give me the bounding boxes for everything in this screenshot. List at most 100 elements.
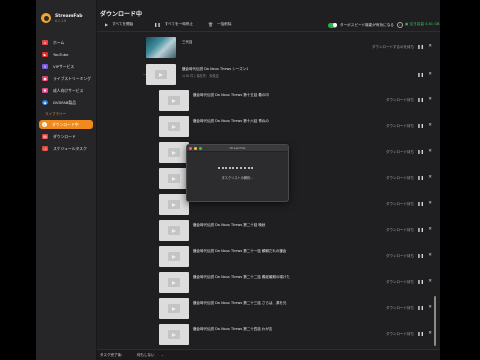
bottom-bar: タスク完了後： 何もしない ⌄ bbox=[97, 349, 440, 360]
app-window: StreamFab 6.1.1.8 ⌂ ホーム ▶ YouTube V VIPサ… bbox=[36, 0, 440, 360]
episode-thumbnail bbox=[159, 90, 189, 111]
youtube-icon: ▶ bbox=[42, 52, 48, 57]
brand-name: StreamFab bbox=[55, 13, 83, 19]
episode-row[interactable]: 鎌倉時代伝説 Da Nous Thews 第十六話 青ねの ダウンロード待ち ❚❚ ✕ bbox=[97, 114, 440, 138]
close-icon[interactable]: ✕ bbox=[428, 149, 432, 154]
loading-spinner-icon bbox=[218, 166, 255, 170]
adult-icon: ♥ bbox=[42, 88, 48, 93]
item-title: 三代目 bbox=[182, 40, 193, 44]
episode-status: ダウンロード待ち bbox=[386, 254, 414, 258]
episode-status: ダウンロード待ち bbox=[386, 332, 414, 336]
episode-status: ダウンロード待ち bbox=[386, 176, 414, 180]
sidebar-item-vip[interactable]: V VIPサービス bbox=[42, 62, 92, 71]
close-icon[interactable]: ✕ bbox=[428, 227, 432, 232]
close-icon[interactable]: ✕ bbox=[428, 97, 432, 102]
episode-thumbnail bbox=[159, 168, 189, 189]
close-icon[interactable]: ✕ bbox=[428, 201, 432, 206]
sidebar-item-downloaded[interactable]: ▤ ダウンロード bbox=[42, 132, 92, 141]
play-icon bbox=[168, 330, 180, 339]
close-icon[interactable]: ✕ bbox=[428, 279, 432, 284]
pause-icon[interactable]: ❚❚ bbox=[417, 97, 424, 102]
close-icon[interactable]: ✕ bbox=[428, 253, 432, 258]
episode-title: 鎌倉時代伝説 Da Nous Thews 第二十三話 さらば、源を兄 bbox=[193, 301, 287, 305]
episode-title: 鎌倉時代伝説 Da Nous Thews 第十六話 青ねの bbox=[193, 119, 269, 123]
brand-version: 6.1.1.8 bbox=[55, 18, 67, 23]
page-title: ダウンロード中 bbox=[100, 11, 143, 18]
episode-thumbnail bbox=[159, 116, 189, 137]
episode-status: ダウンロード待ち bbox=[386, 228, 414, 232]
sidebar-item-live[interactable]: ● ライブストリーミング bbox=[42, 74, 92, 83]
episode-title: 鎌倉時代伝説 Da Nous Thews 第十五話 義の印 bbox=[193, 93, 269, 97]
dvdfab-icon: ◉ bbox=[42, 100, 48, 105]
episode-title: 鎌倉時代伝説 Da Nous Thews 第二十二話 義経最期の嘆けた bbox=[193, 275, 290, 279]
episode-title: 鎌倉時代伝説 Da Nous Thews 第二十話 晩秋 bbox=[193, 223, 266, 227]
brand: StreamFab 6.1.1.8 bbox=[41, 13, 82, 23]
sidebar-item-youtube[interactable]: ▶ YouTube bbox=[42, 50, 92, 59]
pause-icon[interactable]: ❚❚ bbox=[417, 227, 424, 232]
play-icon bbox=[168, 278, 180, 287]
pause-icon[interactable]: ❚❚ bbox=[417, 201, 424, 206]
pause-all-button[interactable]: ❚❚ すべてを一時停止 bbox=[154, 22, 193, 27]
episode-thumbnail bbox=[159, 220, 189, 241]
sidebar-item-adult[interactable]: ♥ 成人向けサービス bbox=[42, 86, 92, 95]
pause-icon[interactable]: ❚❚ bbox=[417, 175, 424, 180]
scrollbar[interactable] bbox=[434, 296, 436, 346]
pause-icon[interactable]: ❚❚ bbox=[417, 305, 424, 310]
group-title: 鎌倉時代伝説 Da Nous Thews シーズン1 bbox=[182, 67, 249, 71]
pause-icon[interactable]: ❚❚ bbox=[417, 149, 424, 154]
episode-row[interactable]: 鎌倉時代伝説 Da Nous Thews 第二十二話 義経最期の嘆けた ダウンロー… bbox=[97, 270, 440, 294]
episode-thumbnail bbox=[159, 246, 189, 267]
turbo-speed-toggle-group: ターボスピード機能が有効になる i bbox=[328, 22, 403, 28]
sidebar-item-schedule[interactable]: ◷ スケジュールタスク bbox=[42, 144, 92, 153]
episode-row[interactable]: 鎌倉時代伝説 Da Nous Thews 第二十一話 頼朝だれの鎌倉ダウンロード… bbox=[97, 244, 440, 268]
sidebar-item-home[interactable]: ⌂ ホーム bbox=[42, 38, 92, 47]
free-space-label: 空き容量 5.81 GB bbox=[409, 22, 440, 26]
sidebar-item-dvdfab[interactable]: ◉ DVDFAB製品 bbox=[42, 98, 92, 107]
vip-icon: V bbox=[42, 64, 48, 69]
episode-title: 鎌倉時代伝説 Da Nous Thews 第二十一話 頼朝だれの鎌倉 bbox=[193, 249, 287, 253]
dialog-titlebar: StreamFab bbox=[187, 145, 288, 152]
pause-all-label: すべてを一時停止 bbox=[164, 22, 193, 26]
pause-icon[interactable]: ❚❚ bbox=[417, 331, 424, 336]
pause-icon[interactable]: ❚❚ bbox=[417, 279, 424, 284]
group-row[interactable]: — 鎌倉時代伝説 Da Nous Thews シーズン1 1/16 件 | 保存… bbox=[97, 62, 440, 86]
episode-thumbnail bbox=[159, 324, 189, 345]
close-icon[interactable]: ✕ bbox=[428, 123, 432, 128]
group-subtitle: 1/16 件 | 保存先：未設定 bbox=[182, 74, 219, 78]
play-icon bbox=[168, 226, 180, 235]
close-icon[interactable]: ✕ bbox=[428, 331, 432, 336]
pause-icon[interactable]: ❚❚ bbox=[417, 44, 424, 49]
play-icon bbox=[168, 96, 180, 105]
list-item[interactable]: 三代目 ダウンロードするのを待ち ❚❚ ✕ bbox=[97, 35, 440, 59]
episode-row[interactable]: 鎌倉時代伝説 Da Nous Thews 第二十三話 さらば、源を兄 ダウンロード… bbox=[97, 296, 440, 320]
turbo-speed-toggle[interactable] bbox=[328, 22, 337, 28]
episode-row[interactable]: 鎌倉時代伝説 Da Nous Thews 第二十四話 わが友 ダウンロード待ち ❚❚… bbox=[97, 322, 440, 346]
live-icon: ● bbox=[42, 76, 48, 81]
pause-icon: ❚❚ bbox=[154, 22, 161, 27]
after-task-select[interactable]: 何もしない bbox=[137, 353, 155, 358]
schedule-icon: ◷ bbox=[42, 146, 48, 151]
delete-all-button[interactable]: 🗑 一括削除 bbox=[208, 22, 231, 27]
start-all-button[interactable]: ▶ すべてを開始 bbox=[105, 22, 133, 27]
sidebar-item-downloading[interactable]: ↓ ダウンロード中 bbox=[39, 120, 93, 129]
sidebar-item-label: ホーム bbox=[53, 39, 65, 45]
group-thumbnail bbox=[146, 64, 176, 85]
chevron-down-icon[interactable]: ⌄ bbox=[161, 353, 164, 357]
sidebar-item-label: スケジュールタスク bbox=[53, 145, 87, 151]
pause-icon[interactable]: ❚❚ bbox=[417, 253, 424, 258]
close-icon[interactable]: ✕ bbox=[428, 44, 432, 49]
episode-row[interactable]: 鎌倉時代伝説 Da Nous Thews 第十五話 義の印 ダウンロード待ち ❚❚ ✕ bbox=[97, 88, 440, 112]
start-all-label: すべてを開始 bbox=[112, 22, 134, 26]
free-space-indicator: ▣ 空き容量 5.81 GB bbox=[405, 22, 439, 27]
downloaded-icon: ▤ bbox=[42, 134, 48, 139]
close-icon[interactable]: ✕ bbox=[428, 175, 432, 180]
episode-thumbnail bbox=[159, 298, 189, 319]
pause-icon[interactable]: ❚❚ bbox=[417, 123, 424, 128]
close-icon[interactable]: ✕ bbox=[428, 72, 432, 77]
episode-row[interactable]: 鎌倉時代伝説 Da Nous Thews 第二十話 晩秋ダウンロード待ち ❚❚ ✕ bbox=[97, 218, 440, 242]
close-icon[interactable]: ✕ bbox=[428, 305, 432, 310]
toolbar: ▶ すべてを開始 ❚❚ すべてを一時停止 🗑 一括削除 ターボスピード機能が有効… bbox=[97, 22, 440, 30]
info-icon[interactable]: i bbox=[396, 22, 403, 28]
episode-thumbnail bbox=[159, 142, 189, 163]
pause-icon[interactable]: ❚❚ bbox=[417, 72, 424, 77]
